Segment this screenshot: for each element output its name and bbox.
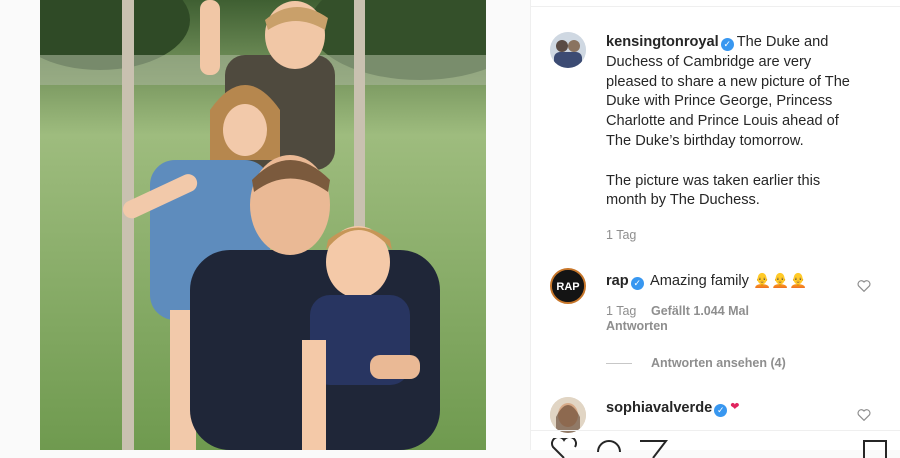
action-bar-divider bbox=[531, 430, 900, 431]
comments-panel: kensingtonroyal ✓ The Duke and Duchess of … bbox=[530, 0, 900, 458]
post-caption: kensingtonroyal ✓ The Duke and Duchess of … bbox=[606, 33, 881, 211]
comment-timestamp[interactable]: 1 Tag bbox=[606, 304, 636, 318]
comment-likes[interactable]: Gefällt 1.044 Mal bbox=[651, 304, 749, 318]
commenter-avatar-rap[interactable]: RAP bbox=[550, 268, 586, 304]
comment-body: Amazing family bbox=[649, 273, 749, 289]
post-timestamp[interactable]: 1 Tag bbox=[606, 228, 636, 242]
comment-icon[interactable] bbox=[595, 438, 623, 458]
caption-line: The picture was taken earlier this bbox=[606, 172, 821, 189]
share-icon[interactable] bbox=[638, 438, 668, 458]
avatar-image-icon bbox=[550, 397, 586, 433]
comment-sophiavalverde: sophiavalverde ✓ ❤ bbox=[606, 400, 739, 417]
caption-line: Duchess of Cambridge are very bbox=[606, 53, 812, 70]
caption-line: The Duke and bbox=[736, 34, 829, 50]
caption-username[interactable]: kensingtonroyal bbox=[606, 34, 719, 50]
post-photo[interactable] bbox=[40, 0, 486, 450]
post-media-area bbox=[0, 0, 530, 450]
like-heart-icon[interactable] bbox=[857, 279, 871, 292]
family-photo-illustration bbox=[40, 0, 486, 450]
author-avatar[interactable] bbox=[550, 32, 586, 68]
like-heart-icon[interactable] bbox=[857, 408, 871, 421]
svg-text:RAP: RAP bbox=[556, 281, 579, 293]
comment-username[interactable]: sophiavalverde bbox=[606, 400, 712, 416]
panel-header-divider bbox=[531, 0, 900, 7]
rap-logo-icon: RAP bbox=[552, 270, 584, 302]
commenter-avatar-sophiavalverde[interactable] bbox=[550, 397, 586, 433]
verified-badge-icon: ✓ bbox=[630, 277, 644, 290]
caption-line: The Duke’s birthday tomorrow. bbox=[606, 132, 804, 149]
comment-rap: rap ✓ Amazing family 🧑‍🦲🧑‍🦲🧑‍🦲 bbox=[606, 271, 808, 290]
heart-emoji: ❤ bbox=[730, 401, 740, 413]
like-icon[interactable] bbox=[550, 438, 578, 458]
reply-button[interactable]: Antworten bbox=[606, 319, 668, 333]
caption-line: Charlotte and Prince Louis ahead of bbox=[606, 113, 839, 130]
verified-badge-icon: ✓ bbox=[714, 404, 728, 417]
replies-divider bbox=[606, 363, 632, 364]
verified-badge-icon: ✓ bbox=[720, 38, 734, 51]
comment-username[interactable]: rap bbox=[606, 273, 629, 289]
comment-emoji: 🧑‍🦲🧑‍🦲🧑‍🦲 bbox=[752, 273, 808, 289]
avatar-image-icon bbox=[550, 32, 586, 68]
caption-line: Duke with Prince George, Princess bbox=[606, 93, 833, 110]
view-replies-button[interactable]: Antworten ansehen (4) bbox=[651, 356, 786, 370]
bookmark-icon[interactable] bbox=[862, 438, 888, 458]
caption-line: pleased to share a new picture of The bbox=[606, 73, 850, 90]
caption-line: month by The Duchess. bbox=[606, 192, 760, 209]
